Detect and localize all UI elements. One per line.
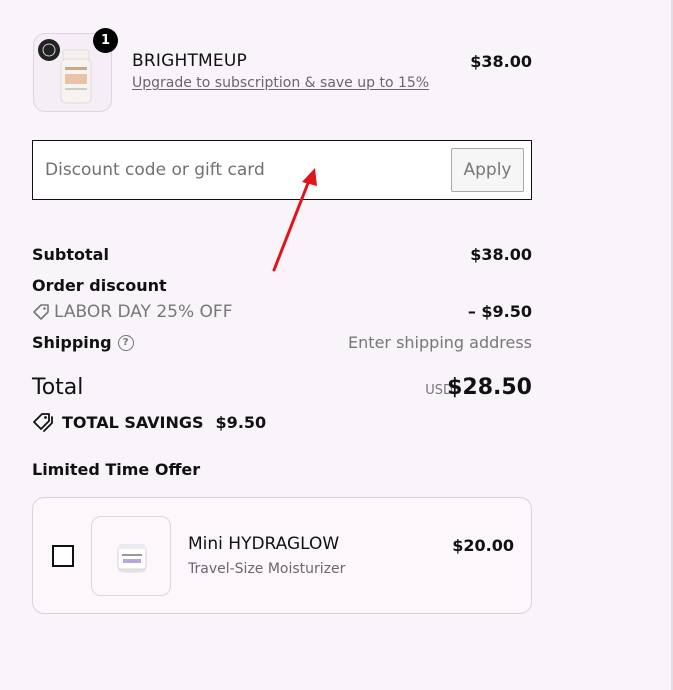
annotation-arrow-icon [272,168,317,272]
offer-product-subtitle: Travel-Size Moisturizer [188,561,346,577]
offer-price: $20.00 [452,536,514,555]
tag-icon [33,304,49,320]
total-label: Total [32,375,84,400]
quantity-badge: 1 [93,28,118,53]
tags-icon [33,413,53,432]
discount-code-input[interactable] [45,155,445,185]
question-circle-icon[interactable]: ? [117,334,134,351]
subscription-upgrade-link[interactable]: Upgrade to subscription & save up to 15% [132,75,429,91]
offer-checkbox[interactable] [52,545,74,567]
subtotal-value: $38.00 [470,245,532,264]
order-discount-label: Order discount [32,276,167,295]
subtotal-label: Subtotal [32,245,109,264]
discount-amount: – $9.50 [467,302,532,321]
savings-value: $9.50 [215,412,267,432]
offer-card: Mini HYDRAGLOW Travel-Size Moisturizer $… [32,497,532,614]
applied-discount: LABOR DAY 25% OFF [32,302,232,322]
total-savings: TOTAL SAVINGS $9.50 [32,412,266,432]
product-name: BRIGHTMEUP [132,51,247,71]
shipping-value: Enter shipping address [348,333,532,352]
total-value: $28.50 [447,375,532,400]
shipping-label: Shipping [32,333,112,352]
savings-label: TOTAL SAVINGS [62,412,204,432]
offer-thumbnail [91,516,171,596]
apply-discount-button[interactable]: Apply [451,148,524,192]
shipping-label-row: Shipping ? [32,333,134,352]
product-price: $38.00 [470,52,532,71]
offer-product-name: Mini HYDRAGLOW [188,534,340,554]
discount-code-label: LABOR DAY 25% OFF [54,302,233,322]
offer-heading: Limited Time Offer [32,460,201,479]
